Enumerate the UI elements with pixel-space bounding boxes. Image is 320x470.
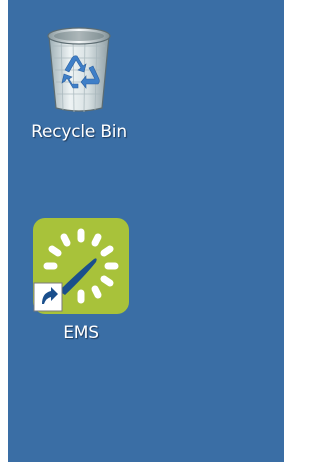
shortcut-arrow-icon: [33, 282, 63, 312]
recycle-bin-icon: [47, 27, 111, 113]
ems-shortcut[interactable]: EMS: [16, 217, 146, 343]
recycle-bin-shortcut[interactable]: Recycle Bin: [14, 22, 144, 142]
ems-label: EMS: [63, 323, 99, 343]
screen: Recycle Bin EMS: [0, 0, 292, 470]
desktop[interactable]: Recycle Bin EMS: [8, 0, 284, 462]
ems-app-icon: [33, 218, 129, 314]
recycle-bin-label: Recycle Bin: [31, 122, 127, 142]
